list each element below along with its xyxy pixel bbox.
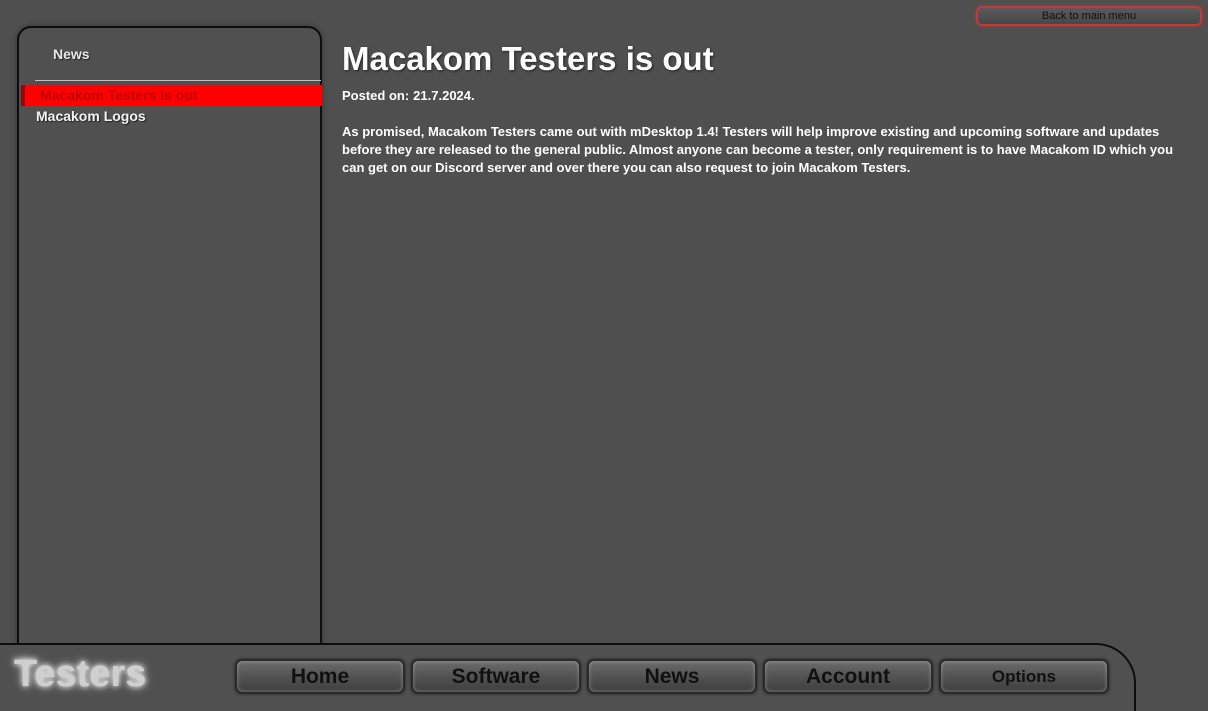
article-title: Macakom Testers is out <box>342 40 714 77</box>
sidebar-title: News <box>53 46 90 62</box>
nav-news-button[interactable]: News <box>587 659 757 694</box>
nav-home-button[interactable]: Home <box>235 659 405 694</box>
article-date: Posted on: 21.7.2024. <box>342 88 475 103</box>
back-to-main-menu-button[interactable]: Back to main menu <box>976 6 1202 26</box>
nav-software-button[interactable]: Software <box>411 659 581 694</box>
main-nav: Home Software News Account Options <box>235 659 1109 694</box>
nav-options-button[interactable]: Options <box>939 659 1109 694</box>
nav-account-button[interactable]: Account <box>763 659 933 694</box>
sidebar-divider <box>35 80 321 81</box>
date-value: 21.7.2024. <box>413 88 475 103</box>
article-body: As promised, Macakom Testers came out wi… <box>342 124 1174 175</box>
news-item-macakom-logos[interactable]: Macakom Logos <box>19 106 322 127</box>
news-item-macakom-testers[interactable]: Macakom Testers is out <box>21 85 322 106</box>
bottom-navigation-bar: Testers Home Software News Account Optio… <box>0 643 1136 711</box>
app-window: Back to main menu News Macakom Testers i… <box>0 0 1208 711</box>
app-brand-logo: Testers <box>14 653 147 695</box>
news-list: Macakom Testers is out Macakom Logos <box>19 85 322 127</box>
date-prefix: Posted on: <box>342 88 410 103</box>
news-sidebar: News Macakom Testers is out Macakom Logo… <box>17 26 322 666</box>
